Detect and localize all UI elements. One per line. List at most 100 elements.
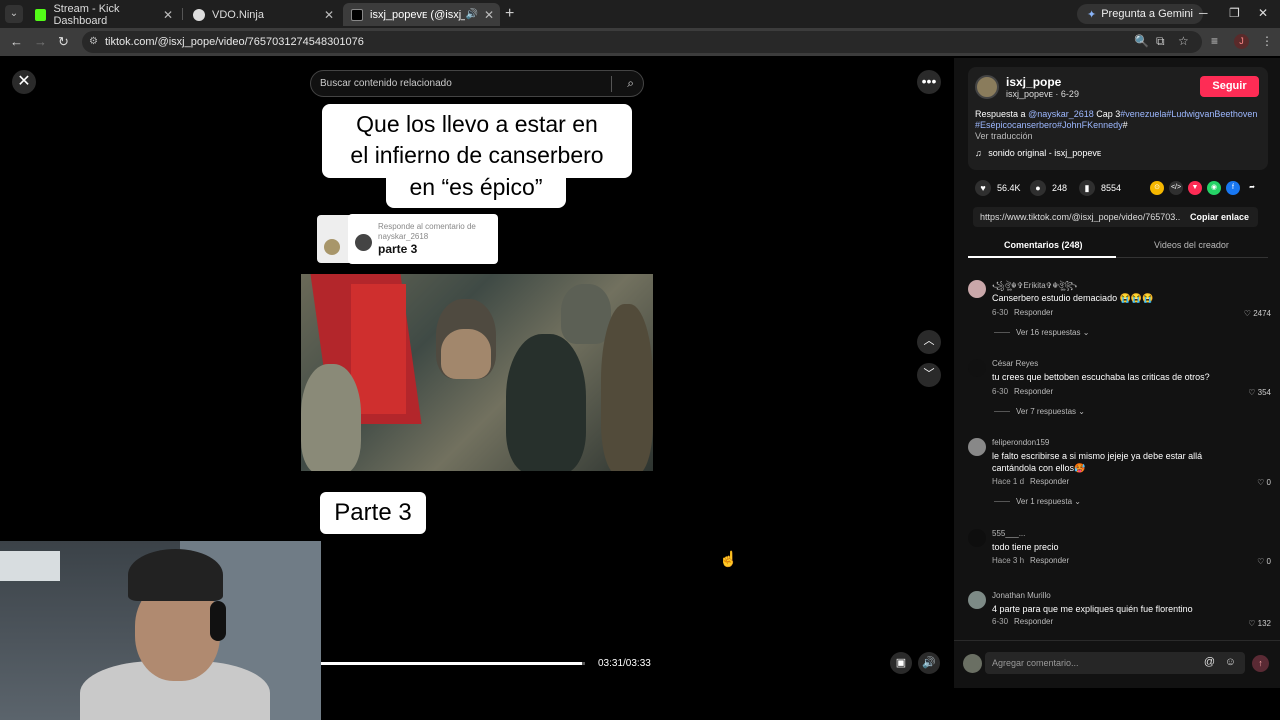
back-arrow-icon[interactable]: ← bbox=[10, 34, 23, 49]
comment-text: 4 parte para que me expliques quién fue … bbox=[992, 604, 1193, 614]
restore-icon[interactable]: ❐ bbox=[1229, 6, 1240, 20]
facebook-icon[interactable]: f bbox=[1226, 181, 1240, 195]
emoji-icon[interactable]: ☺ bbox=[1225, 656, 1236, 668]
heart-outline-icon[interactable]: ♡ bbox=[1257, 557, 1264, 566]
reply-button[interactable]: Responder bbox=[1030, 556, 1069, 565]
comment-bubble-icon[interactable]: ● bbox=[1030, 180, 1046, 196]
heart-outline-icon[interactable]: ♡ bbox=[1248, 388, 1255, 397]
comment-likes[interactable]: ♡ 354 bbox=[1248, 388, 1271, 397]
minimize-icon[interactable]: ─ bbox=[1199, 6, 1208, 20]
commenter-name[interactable]: 555___... bbox=[992, 529, 1025, 538]
new-tab-button[interactable]: + bbox=[505, 5, 514, 23]
bookmark-icon[interactable]: ▮ bbox=[1079, 180, 1095, 196]
heart-outline-icon[interactable]: ♡ bbox=[1244, 309, 1251, 318]
reply-button[interactable]: Responder bbox=[1014, 617, 1053, 626]
speaker-icon[interactable]: 🔊 bbox=[466, 9, 478, 20]
tab-vdo-ninja[interactable]: VDO.Ninja ✕ bbox=[185, 3, 340, 26]
commenter-avatar[interactable] bbox=[968, 280, 986, 298]
desc-hashtags[interactable]: #Esépicocanserbero#JohnFKennedy bbox=[975, 120, 1123, 130]
miniplayer-icon[interactable]: ▣ bbox=[890, 652, 912, 674]
commenter-name[interactable]: feliperondon159 bbox=[992, 438, 1049, 447]
previous-video-icon[interactable]: ︿ bbox=[917, 330, 941, 354]
headset bbox=[210, 601, 226, 641]
bookmark-star-icon[interactable]: ☆ bbox=[1178, 34, 1189, 48]
save-stat[interactable]: ▮ 8554 bbox=[1079, 180, 1121, 196]
commenter-name[interactable]: César Reyes bbox=[992, 359, 1038, 368]
heart-outline-icon[interactable]: ♡ bbox=[1257, 478, 1264, 487]
more-options-icon[interactable]: ••• bbox=[917, 70, 941, 94]
send-to-friend-icon[interactable]: ▼ bbox=[1188, 181, 1202, 195]
close-video-button[interactable]: ✕ bbox=[12, 70, 36, 94]
like-stat[interactable]: ♥ 56.4K bbox=[975, 180, 1021, 196]
close-tab-icon[interactable]: ✕ bbox=[163, 8, 173, 22]
zoom-icon[interactable]: 🔍 bbox=[1134, 34, 1149, 48]
comment-likes[interactable]: ♡ 0 bbox=[1257, 557, 1271, 566]
creator-username[interactable]: isxj_pope bbox=[1006, 75, 1061, 89]
next-video-icon[interactable]: ﹀ bbox=[917, 363, 941, 387]
view-replies-button[interactable]: Ver 7 respuestas ⌄ bbox=[994, 407, 1085, 416]
video-link[interactable]: https://www.tiktok.com/@isxj_pope/video/… bbox=[980, 212, 1180, 222]
comment-likes[interactable]: ♡ 2474 bbox=[1244, 309, 1271, 318]
desc-hashtags[interactable]: #venezuela#LudwigvanBeethoven bbox=[1120, 109, 1257, 119]
media-controls-icon[interactable]: ≡ bbox=[1211, 34, 1218, 48]
volume-icon[interactable]: 🔊 bbox=[918, 652, 940, 674]
creator-avatar[interactable] bbox=[975, 75, 999, 99]
heart-outline-icon[interactable]: ♡ bbox=[1248, 619, 1255, 628]
tab-search-button[interactable]: ⌄ bbox=[5, 5, 23, 23]
tab-label: VDO.Ninja bbox=[212, 8, 264, 21]
reply-button[interactable]: Responder bbox=[1014, 387, 1053, 396]
post-comment-icon[interactable]: ↑ bbox=[1252, 655, 1269, 672]
mention-icon[interactable]: @ bbox=[1204, 656, 1215, 668]
desc-mid: Cap 3 bbox=[1096, 109, 1121, 119]
tab-creator-videos[interactable]: Videos del creador bbox=[1154, 240, 1229, 250]
search-icon[interactable]: ⌕ bbox=[627, 76, 634, 91]
heart-icon[interactable]: ♥ bbox=[975, 180, 991, 196]
comment-likes[interactable]: ♡ 0 bbox=[1257, 478, 1271, 487]
reply-button[interactable]: Responder bbox=[1030, 477, 1069, 486]
view-replies-button[interactable]: Ver 1 respuesta ⌄ bbox=[994, 497, 1081, 506]
copy-link-box: https://www.tiktok.com/@isxj_pope/video/… bbox=[973, 207, 1258, 227]
embed-icon[interactable]: </> bbox=[1169, 181, 1183, 195]
like-count: 56.4K bbox=[997, 183, 1021, 193]
copy-link-button[interactable]: Copiar enlace bbox=[1190, 212, 1249, 222]
commenter-avatar[interactable] bbox=[968, 591, 986, 609]
view-replies-label: Ver 7 respuestas bbox=[1016, 407, 1077, 416]
video-progress-bar[interactable] bbox=[321, 662, 585, 665]
close-tab-icon[interactable]: ✕ bbox=[484, 8, 494, 22]
whatsapp-icon[interactable]: ◉ bbox=[1207, 181, 1221, 195]
follow-button[interactable]: Seguir bbox=[1200, 76, 1259, 97]
coin-share-icon[interactable]: ⊙ bbox=[1150, 181, 1164, 195]
commenter-avatar[interactable] bbox=[968, 359, 986, 377]
view-replies-button[interactable]: Ver 16 respuestas ⌄ bbox=[994, 328, 1089, 337]
comment-item: Jonathan Murillo 4 parte para que me exp… bbox=[966, 591, 1276, 631]
tab-kick-dashboard[interactable]: Stream - Kick Dashboard ✕ bbox=[27, 3, 179, 27]
commenter-name[interactable]: Jonathan Murillo bbox=[992, 591, 1051, 600]
tab-tiktok[interactable]: isxj_popeᴠᴇ (@isxj_pope) | 🔊 ✕ bbox=[343, 3, 500, 26]
comment-date: Hace 1 d bbox=[992, 477, 1025, 486]
site-info-icon[interactable]: ⚙ bbox=[89, 36, 98, 47]
share-arrow-icon[interactable]: ➦ bbox=[1245, 181, 1259, 195]
comment-input[interactable]: Agregar comentario... @ ☺ bbox=[985, 652, 1245, 674]
desc-hash: # bbox=[1122, 120, 1128, 130]
comment-likes[interactable]: ♡ 132 bbox=[1248, 619, 1271, 628]
comment-stat[interactable]: ● 248 bbox=[1030, 180, 1067, 196]
forward-arrow-icon[interactable]: → bbox=[34, 34, 47, 49]
profile-avatar[interactable]: J bbox=[1234, 34, 1249, 49]
reload-icon[interactable]: ↻ bbox=[58, 34, 69, 50]
reply-button[interactable]: Responder bbox=[1014, 308, 1053, 317]
translate-link[interactable]: Ver traducción bbox=[975, 131, 1033, 141]
sound-link[interactable]: ♫ sonido original - isxj_popeᴠᴇ bbox=[975, 148, 1101, 158]
search-divider bbox=[611, 76, 612, 92]
address-bar[interactable]: ⚙ tiktok.com/@isxj_pope/video/7657031274… bbox=[82, 31, 1202, 53]
desc-mention[interactable]: @nayskar_2618 bbox=[1028, 109, 1094, 119]
close-tab-icon[interactable]: ✕ bbox=[324, 8, 334, 22]
menu-kebab-icon[interactable]: ⋮ bbox=[1261, 34, 1273, 48]
commenter-avatar[interactable] bbox=[968, 438, 986, 456]
install-app-icon[interactable]: ⧉ bbox=[1156, 34, 1165, 49]
commenter-avatar[interactable] bbox=[968, 529, 986, 547]
tab-comments[interactable]: Comentarios (248) bbox=[1004, 240, 1083, 250]
related-search-input[interactable]: Buscar contenido relacionado ⌕ bbox=[310, 70, 644, 97]
window-close-icon[interactable]: ✕ bbox=[1258, 6, 1268, 20]
gemini-button[interactable]: ✦ Pregunta a Gemini bbox=[1077, 4, 1203, 24]
like-count: 0 bbox=[1266, 478, 1271, 487]
